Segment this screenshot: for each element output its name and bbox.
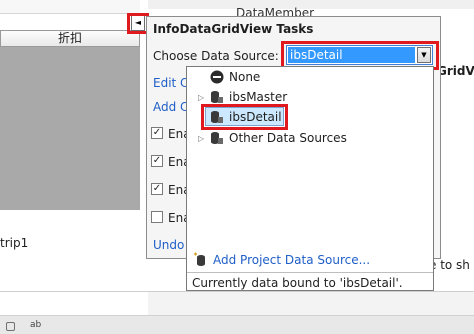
property-description-fragment: e to sh xyxy=(429,258,470,272)
database-icon xyxy=(211,91,223,103)
edit-columns-link[interactable]: Edit C xyxy=(153,76,188,90)
expand-arrow-icon[interactable]: ▷ xyxy=(198,93,204,102)
enable-adding-checkbox[interactable]: ✓ xyxy=(151,127,163,139)
none-icon xyxy=(210,70,224,84)
enable-reordering-checkbox[interactable] xyxy=(151,211,163,223)
toolbar-small-icon[interactable] xyxy=(6,322,15,331)
enable-deleting-checkbox[interactable]: ✓ xyxy=(151,183,163,195)
tree-item-none[interactable]: None xyxy=(229,70,260,84)
selected-node-highlight-box xyxy=(201,104,288,130)
expand-arrow-icon[interactable]: ▷ xyxy=(198,134,204,143)
data-grid-body[interactable] xyxy=(0,47,140,210)
add-column-link[interactable]: Add C xyxy=(153,100,188,114)
tasks-panel-title: InfoDataGridView Tasks xyxy=(153,22,314,36)
tree-item-other-data-sources[interactable]: Other Data Sources xyxy=(229,131,347,145)
bottom-toolbar xyxy=(0,315,474,334)
dropdown-separator xyxy=(187,272,433,273)
designer-top-strip xyxy=(0,0,140,14)
grid-column-header[interactable]: 折扣 xyxy=(0,30,140,47)
component-tray-label[interactable]: trip1 xyxy=(0,236,28,250)
undock-link[interactable]: Undo xyxy=(153,238,184,252)
binding-status-text: Currently data bound to 'ibsDetail'. xyxy=(192,276,403,290)
enable-editing-checkbox[interactable]: ✓ xyxy=(151,155,163,167)
database-icon xyxy=(211,132,223,144)
property-grid-title-fragment: GridV xyxy=(437,64,474,78)
add-project-data-source-link[interactable]: Add Project Data Source... xyxy=(213,253,370,267)
choose-data-source-label: Choose Data Source: xyxy=(153,49,279,63)
tree-item-ibsmaster[interactable]: ibsMaster xyxy=(229,90,287,104)
designer-bottom-divider xyxy=(0,291,474,292)
toolbar-text-icon[interactable]: ab xyxy=(30,320,41,330)
add-data-source-icon xyxy=(194,252,205,266)
